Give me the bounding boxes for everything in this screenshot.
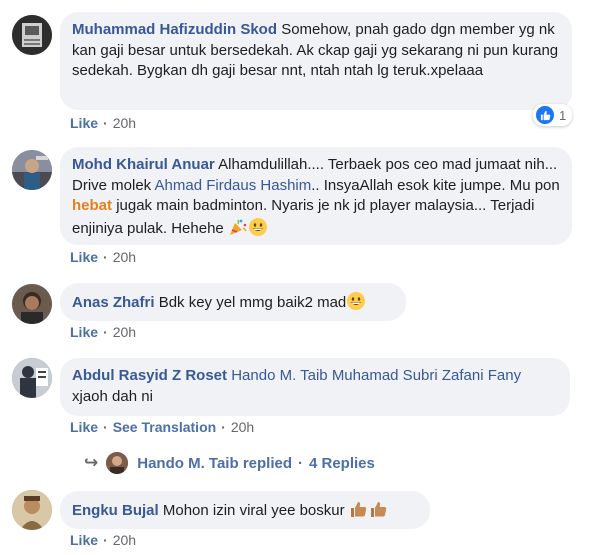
replier-name: Hando M. Taib [137, 454, 239, 472]
comment-author[interactable]: Anas Zhafri [72, 294, 155, 311]
like-button[interactable]: Like [70, 115, 98, 131]
thumbs-up-emoji [369, 499, 389, 519]
comment-author[interactable]: Mohd Khairul Anuar [72, 156, 215, 173]
grinning-face-emoji [248, 217, 268, 237]
avatar[interactable] [12, 358, 52, 398]
separator-dot: · [103, 532, 108, 548]
replies-count: 4 Replies [309, 454, 375, 472]
grinning-face-emoji [346, 291, 366, 311]
comment-author[interactable]: Abdul Rasyid Z Roset [72, 367, 227, 384]
avatar[interactable] [12, 284, 52, 324]
comment-actions: Like · 20h [70, 532, 136, 548]
comment-text: .. InsyaAllah esok kite jumpe. Mu pon [311, 176, 560, 194]
thumbs-up-icon [536, 106, 554, 124]
replied-label: replied [242, 454, 292, 472]
comment-actions: Like · 20h [70, 324, 136, 340]
comment-text: xjaoh dah ni [72, 387, 153, 405]
comment-author[interactable]: Muhammad Hafizuddin Skod [72, 21, 277, 38]
comment-actions: Like · 20h [70, 249, 136, 265]
comment-bubble: Muhammad Hafizuddin Skod Somehow, pnah g… [60, 12, 572, 110]
comment-timestamp[interactable]: 20h [113, 532, 136, 548]
comment-timestamp[interactable]: 20h [113, 324, 136, 340]
comment-text: Bdk key yel mmg baik2 mad [158, 294, 347, 311]
comment-timestamp[interactable]: 20h [113, 115, 136, 131]
comment-timestamp[interactable]: 20h [113, 249, 136, 265]
separator-dot: · [221, 419, 226, 435]
avatar[interactable] [12, 15, 52, 55]
separator-dot: · [103, 115, 108, 131]
comment-text: jugak main badminton. Nyaris je nk jd pl… [72, 197, 535, 237]
comment-bubble: Engku Bujal Mohon izin viral yee boskur [60, 491, 430, 529]
separator-dot: · [298, 454, 303, 472]
comment-bubble: Mohd Khairul Anuar Alhamdulillah.... Ter… [60, 147, 572, 245]
reply-arrow-icon: ↪ [84, 453, 99, 472]
avatar[interactable] [12, 490, 52, 530]
comment-author[interactable]: Engku Bujal [72, 502, 159, 519]
comment-timestamp[interactable]: 20h [231, 419, 254, 435]
like-button[interactable]: Like [70, 324, 98, 340]
party-popper-emoji [228, 217, 248, 237]
view-replies-link[interactable]: ↪ Hando M. Taib replied · 4 Replies [84, 452, 375, 474]
comment-text: Mohon izin viral yee boskur [162, 502, 345, 519]
see-translation-link[interactable]: See Translation [113, 419, 216, 435]
separator-dot: · [103, 249, 108, 265]
like-button[interactable]: Like [70, 249, 98, 265]
reaction-count[interactable]: 1 [533, 104, 573, 126]
mention-link[interactable]: Hando M. Taib Muhamad Subri Zafani Fany [231, 367, 521, 384]
thumbs-up-emoji [349, 499, 369, 519]
like-button[interactable]: Like [70, 419, 98, 435]
avatar [106, 452, 129, 474]
separator-dot: · [103, 324, 108, 340]
comment-bubble: Abdul Rasyid Z Roset Hando M. Taib Muham… [60, 358, 570, 416]
like-button[interactable]: Like [70, 532, 98, 548]
reaction-count-value: 1 [559, 107, 567, 123]
comment-bubble: Anas Zhafri Bdk key yel mmg baik2 mad [60, 283, 406, 321]
avatar[interactable] [12, 150, 52, 190]
comment-actions: Like · See Translation · 20h [70, 419, 254, 435]
comment-actions: Like · 20h [70, 115, 136, 131]
mention-link[interactable]: Ahmad Firdaus Hashim [155, 177, 312, 194]
highlight-word: hebat [72, 197, 113, 214]
separator-dot: · [103, 419, 108, 435]
